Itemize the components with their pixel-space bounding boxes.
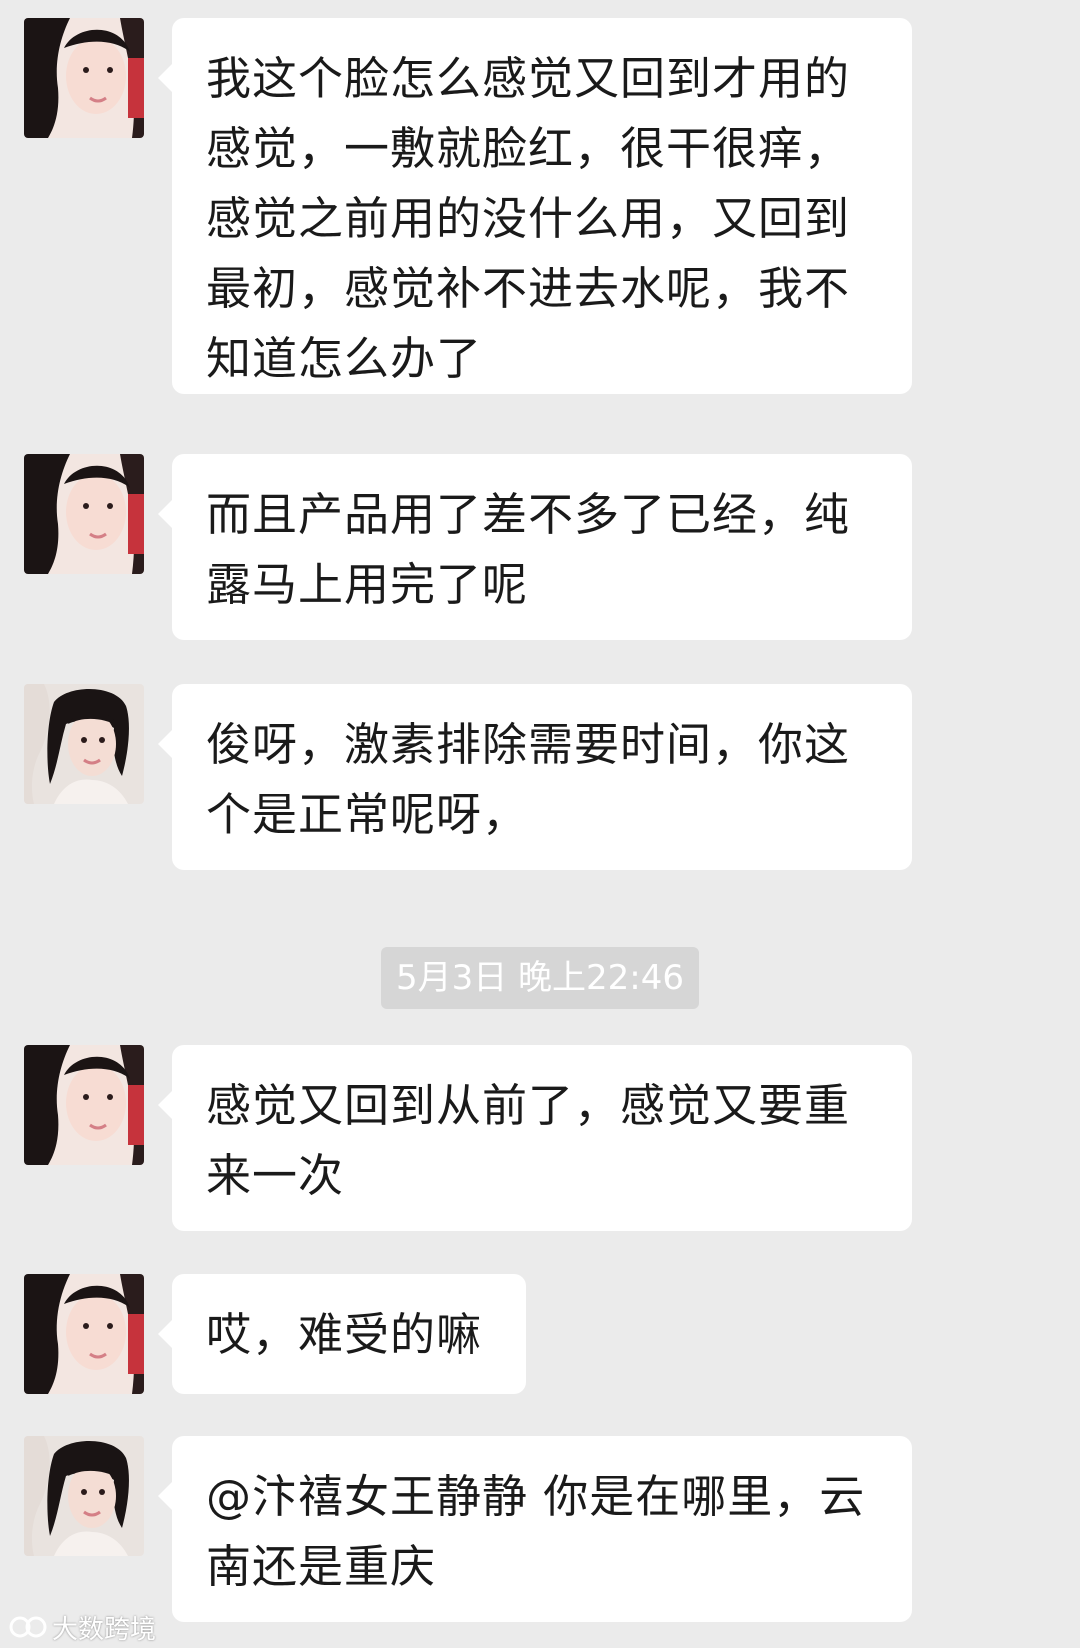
message-text: 俊呀，激素排除需要时间，你这个是正常呢呀， xyxy=(206,718,851,841)
avatar-user[interactable] xyxy=(24,18,144,138)
message-bubble[interactable]: 感觉又回到从前了，感觉又要重来一次 xyxy=(158,1045,912,1231)
chat-window: 我这个脸怎么感觉又回到才用的感觉，一敷就脸红，很干很痒，感觉之前用的没什么用，又… xyxy=(0,0,1080,1648)
user-avatar-icon xyxy=(24,1045,144,1165)
avatar-consultant[interactable] xyxy=(24,684,144,804)
message-bubble[interactable]: 俊呀，激素排除需要时间，你这个是正常呢呀， xyxy=(158,684,912,870)
message-bubble[interactable]: 我这个脸怎么感觉又回到才用的感觉，一敷就脸红，很干很痒，感觉之前用的没什么用，又… xyxy=(158,18,912,394)
message-text: 而且产品用了差不多了已经，纯露马上用完了呢 xyxy=(206,488,851,611)
message-bubble[interactable]: 哎，难受的嘛 xyxy=(158,1274,526,1394)
consultant-avatar-icon xyxy=(24,1436,144,1556)
message-text: 我这个脸怎么感觉又回到才用的感觉，一敷就脸红，很干很痒，感觉之前用的没什么用，又… xyxy=(206,52,851,385)
message-text: 哎，难受的嘛 xyxy=(206,1308,483,1361)
message-bubble[interactable]: 而且产品用了差不多了已经，纯露马上用完了呢 xyxy=(158,454,912,640)
watermark: 大数跨境 xyxy=(8,1610,157,1645)
message-bubble[interactable]: @汴禧女王静静 你是在哪里，云南还是重庆 xyxy=(158,1436,912,1622)
watermark-logo-icon xyxy=(9,1616,47,1638)
user-avatar-icon xyxy=(24,18,144,138)
message-text: 感觉又回到从前了，感觉又要重来一次 xyxy=(206,1079,851,1202)
watermark-text: 大数跨境 xyxy=(52,1614,157,1645)
avatar-consultant[interactable] xyxy=(24,1436,144,1556)
user-avatar-icon xyxy=(24,1274,144,1394)
timestamp-divider: 5月3日 晚上22:46 xyxy=(381,947,699,1009)
avatar-user[interactable] xyxy=(24,454,144,574)
avatar-user[interactable] xyxy=(24,1045,144,1165)
message-text: @汴禧女王静静 你是在哪里，云南还是重庆 xyxy=(206,1470,866,1593)
consultant-avatar-icon xyxy=(24,684,144,804)
avatar-user[interactable] xyxy=(24,1274,144,1394)
user-avatar-icon xyxy=(24,454,144,574)
